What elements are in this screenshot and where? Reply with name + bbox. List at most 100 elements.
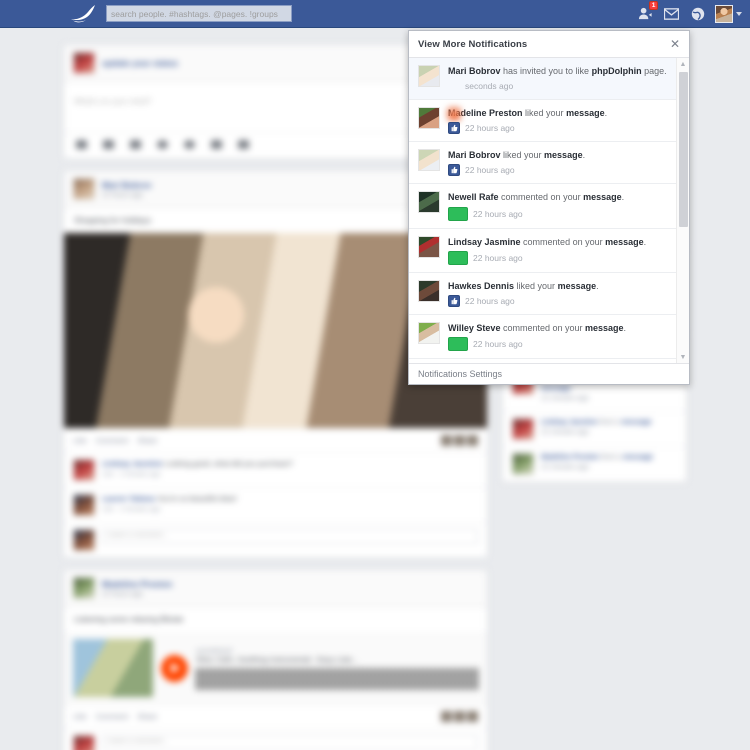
share-button[interactable]: Share	[137, 712, 157, 721]
dolphin-logo-icon[interactable]	[66, 1, 100, 27]
audio-player: soundcloud Slow, Calm, Soothing Instrume…	[64, 632, 487, 704]
file-icon[interactable]	[211, 140, 222, 149]
comment-composer: Leave a comment...	[64, 522, 487, 557]
notification-item[interactable]: Madeline Preston liked your message. 22 h…	[409, 100, 689, 143]
notification-text: Mari Bobrov liked your message.	[448, 149, 673, 161]
activity-actor: Lindsay Jasmine	[541, 418, 598, 426]
notification-meta: 22 hours ago	[448, 250, 673, 265]
notification-meta: 22 hours ago	[448, 336, 673, 351]
notification-action: commented on your	[500, 322, 585, 333]
notification-object[interactable]: message	[583, 192, 622, 202]
activity-actor: Madeline Preston	[541, 453, 599, 461]
comment-button[interactable]: Comment	[96, 436, 129, 445]
post-author[interactable]: Madeline Preston	[102, 579, 172, 589]
notification-action: commented on your	[498, 192, 584, 203]
notification-body: Willey Steve commented on your message. 2…	[448, 322, 673, 351]
close-icon[interactable]: ✕	[670, 38, 680, 50]
like-button[interactable]: Like	[73, 712, 87, 721]
activity-action: liked a	[598, 453, 624, 461]
notifications-settings-link[interactable]: Notifications Settings	[409, 363, 689, 384]
post-header: Madeline Preston 22 hours ago	[64, 570, 487, 607]
notification-text: Mari Bobrov has invited you to like phpD…	[448, 65, 673, 77]
notifications-scrollbar[interactable]: ▲ ▼	[676, 58, 689, 363]
location-icon[interactable]	[157, 140, 168, 149]
notification-suffix: .	[621, 192, 625, 203]
chevron-down-icon	[736, 11, 742, 16]
notification-actor[interactable]: Willey Steve	[448, 323, 500, 333]
comment-input[interactable]: Leave a comment...	[102, 735, 478, 750]
notification-text: Willey Steve commented on your message.	[448, 322, 673, 334]
notifications-title: View More Notifications	[418, 38, 528, 50]
friend-requests-icon[interactable]: 1	[637, 1, 658, 22]
notification-meta: 22 hours ago	[448, 164, 673, 177]
search-input[interactable]	[106, 5, 292, 22]
avatar	[418, 235, 440, 258]
notification-actor[interactable]: Hawkes Dennis	[448, 281, 514, 291]
list-item[interactable]: Madeline Preston liked a message 22 minu…	[503, 447, 686, 482]
activity-object: message	[541, 384, 571, 392]
notification-item[interactable]: Willey Steve commented on your message. 2…	[409, 315, 689, 359]
poll-icon[interactable]	[130, 140, 141, 149]
audio-waveform[interactable]	[196, 668, 478, 690]
notification-actor[interactable]: Mari Bobrov	[448, 150, 501, 160]
audio-title: Slow, Calm, Soothing Instrumental - Easy…	[196, 655, 359, 664]
avatar	[73, 529, 95, 551]
notification-suffix: .	[604, 108, 608, 119]
notification-object[interactable]: message	[605, 237, 644, 247]
notification-actor[interactable]: Mari Bobrov	[448, 66, 501, 76]
play-button[interactable]	[161, 654, 188, 682]
comment-input[interactable]: Leave a comment...	[102, 529, 478, 544]
comment-badge-icon	[448, 250, 468, 265]
avatar	[441, 711, 452, 722]
notification-suffix: .	[582, 150, 586, 161]
like-button[interactable]: Like	[73, 436, 87, 445]
notifications-globe-icon[interactable]	[689, 5, 706, 22]
scrollbar-thumb[interactable]	[679, 72, 688, 227]
notification-object[interactable]: message	[566, 108, 605, 118]
comment-composer: Leave a comment...	[64, 728, 487, 750]
photo-icon[interactable]	[103, 140, 114, 149]
composer-title: update your status	[102, 58, 179, 68]
notification-item[interactable]: Newell Rafe commented on your message. 22…	[409, 184, 689, 229]
comment-author[interactable]: Lauren Tatiana	[102, 494, 155, 503]
messages-icon[interactable]	[663, 5, 680, 22]
comment-author[interactable]: Lindsay Jasmine	[102, 459, 162, 468]
notification-actor[interactable]: Lindsay Jasmine	[448, 237, 521, 247]
comment-button[interactable]: Comment	[96, 712, 129, 721]
link-icon[interactable]	[238, 140, 249, 149]
notifications-list[interactable]: Mari Bobrov has invited you to like phpD…	[409, 58, 689, 363]
avatar	[467, 711, 478, 722]
post-text: Listening some relaxing Bitrate	[74, 615, 184, 624]
list-item[interactable]: Lindsay Jasmine liked a message 22 minut…	[503, 412, 686, 447]
notification-actor[interactable]: Newell Rafe	[448, 192, 499, 202]
likers-avatars	[441, 435, 478, 446]
notification-time: 22 hours ago	[465, 165, 515, 176]
comment-meta: Like · 2 minutes ago	[102, 506, 161, 513]
audio-icon[interactable]	[184, 140, 195, 149]
notification-suffix: .	[623, 322, 627, 333]
notification-item[interactable]: Hawkes Dennis liked your message. 22 hour…	[409, 273, 689, 315]
avatar	[454, 435, 465, 446]
notification-object[interactable]: message	[585, 323, 624, 333]
video-icon[interactable]	[76, 140, 87, 149]
notification-item[interactable]: Willey Steve shared your message.23 hour…	[409, 359, 689, 363]
notification-item[interactable]: Lindsay Jasmine commented on your messag…	[409, 229, 689, 273]
notification-body: Mari Bobrov liked your message. 22 hours …	[448, 149, 673, 177]
notification-object[interactable]: message	[558, 281, 597, 291]
avatar	[418, 321, 440, 344]
notification-item[interactable]: Mari Bobrov liked your message. 22 hours …	[409, 142, 689, 185]
scroll-up-icon[interactable]: ▲	[677, 58, 689, 70]
post-time: 22 hours ago	[102, 191, 143, 199]
scrollbar-track[interactable]	[677, 70, 689, 351]
account-menu-button[interactable]	[715, 4, 742, 23]
friend-requests-badge: 1	[649, 1, 658, 10]
post-author[interactable]: Mari Bobrov	[102, 180, 152, 190]
audio-source: soundcloud	[196, 648, 232, 655]
post-action-bar: Like Comment Share	[64, 428, 487, 452]
notification-object[interactable]: message	[544, 150, 583, 160]
notification-object[interactable]: phpDolphin	[592, 66, 642, 76]
notification-item[interactable]: Mari Bobrov has invited you to like phpD…	[409, 58, 689, 121]
share-button[interactable]: Share	[137, 436, 157, 445]
scroll-down-icon[interactable]: ▼	[677, 351, 689, 363]
notification-meta: 22 hours ago	[448, 294, 673, 307]
